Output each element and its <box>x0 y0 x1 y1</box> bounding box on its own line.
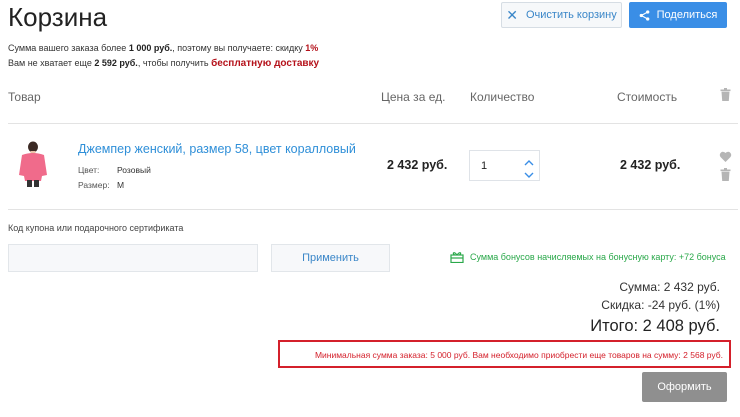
min-order-text: Минимальная сумма заказа: 5 000 руб. Вам… <box>314 350 723 360</box>
product-name-link[interactable]: Джемпер женский, размер 58, цвет коралло… <box>78 142 356 156</box>
quantity-input[interactable] <box>471 152 519 179</box>
header-price: Цена за ед. <box>381 90 446 104</box>
coupon-input[interactable] <box>8 244 258 272</box>
summary-total: Итого: 2 408 руб. <box>590 317 720 335</box>
prop-label-color: Цвет: <box>78 165 100 175</box>
chevron-up-icon[interactable] <box>522 155 536 166</box>
prop-value-size: M <box>117 180 125 190</box>
summary-discount: Скидка: -24 руб. (1%) <box>601 298 720 312</box>
min-order-warning: Минимальная сумма заказа: 5 000 руб. Вам… <box>278 340 731 368</box>
summary-sum: Сумма: 2 432 руб. <box>619 280 720 294</box>
unit-price: 2 432 руб. <box>387 158 448 172</box>
trash-icon[interactable] <box>720 168 731 186</box>
coupon-label: Код купона или подарочного сертификата <box>8 223 184 233</box>
share-icon <box>639 9 649 21</box>
notice-text: Сумма вашего заказа более <box>8 43 129 53</box>
notice-text: , чтобы получить <box>137 58 212 68</box>
header-quantity: Количество <box>470 90 535 104</box>
close-icon: ✕ <box>506 7 518 23</box>
gift-icon <box>450 252 464 263</box>
clear-cart-label: Очистить корзину <box>525 9 617 21</box>
delete-all-icon[interactable] <box>720 88 731 106</box>
prop-label-size: Размер: <box>78 180 110 190</box>
header-divider <box>8 123 738 124</box>
notice-text: Вам не хватает еще <box>8 58 95 68</box>
bonus-text: Сумма бонусов начисляемых на бонусную ка… <box>470 252 726 262</box>
chevron-down-icon[interactable] <box>522 167 536 178</box>
free-delivery-goal: бесплатную доставку <box>211 58 320 69</box>
page-title: Корзина <box>8 2 108 32</box>
prop-value-color: Розовый <box>117 165 151 175</box>
quantity-stepper <box>469 150 540 181</box>
row-divider <box>8 209 738 210</box>
heart-icon[interactable] <box>719 150 732 168</box>
share-button[interactable]: Поделиться <box>629 2 727 28</box>
product-image[interactable] <box>16 141 50 189</box>
apply-coupon-button[interactable]: Применить <box>271 244 390 272</box>
checkout-button[interactable]: Оформить <box>642 372 727 402</box>
notice-text: , поэтому вы получаете: скидку <box>172 43 306 53</box>
header-product: Товар <box>8 90 41 104</box>
row-total: 2 432 руб. <box>620 158 681 172</box>
notice-discount: 1% <box>305 43 319 53</box>
notice-amount: 1 000 руб. <box>128 43 173 53</box>
clear-cart-button[interactable]: ✕ Очистить корзину <box>501 2 622 28</box>
notice-amount: 2 592 руб. <box>94 58 138 68</box>
header-cost: Стоимость <box>617 90 678 104</box>
share-label: Поделиться <box>656 9 718 21</box>
delivery-notice: Вам не хватает еще 2 592 руб., чтобы пол… <box>8 58 319 69</box>
discount-notice: Сумма вашего заказа более 1 000 руб., по… <box>8 43 318 53</box>
bonus-info: Сумма бонусов начисляемых на бонусную ка… <box>450 251 726 263</box>
